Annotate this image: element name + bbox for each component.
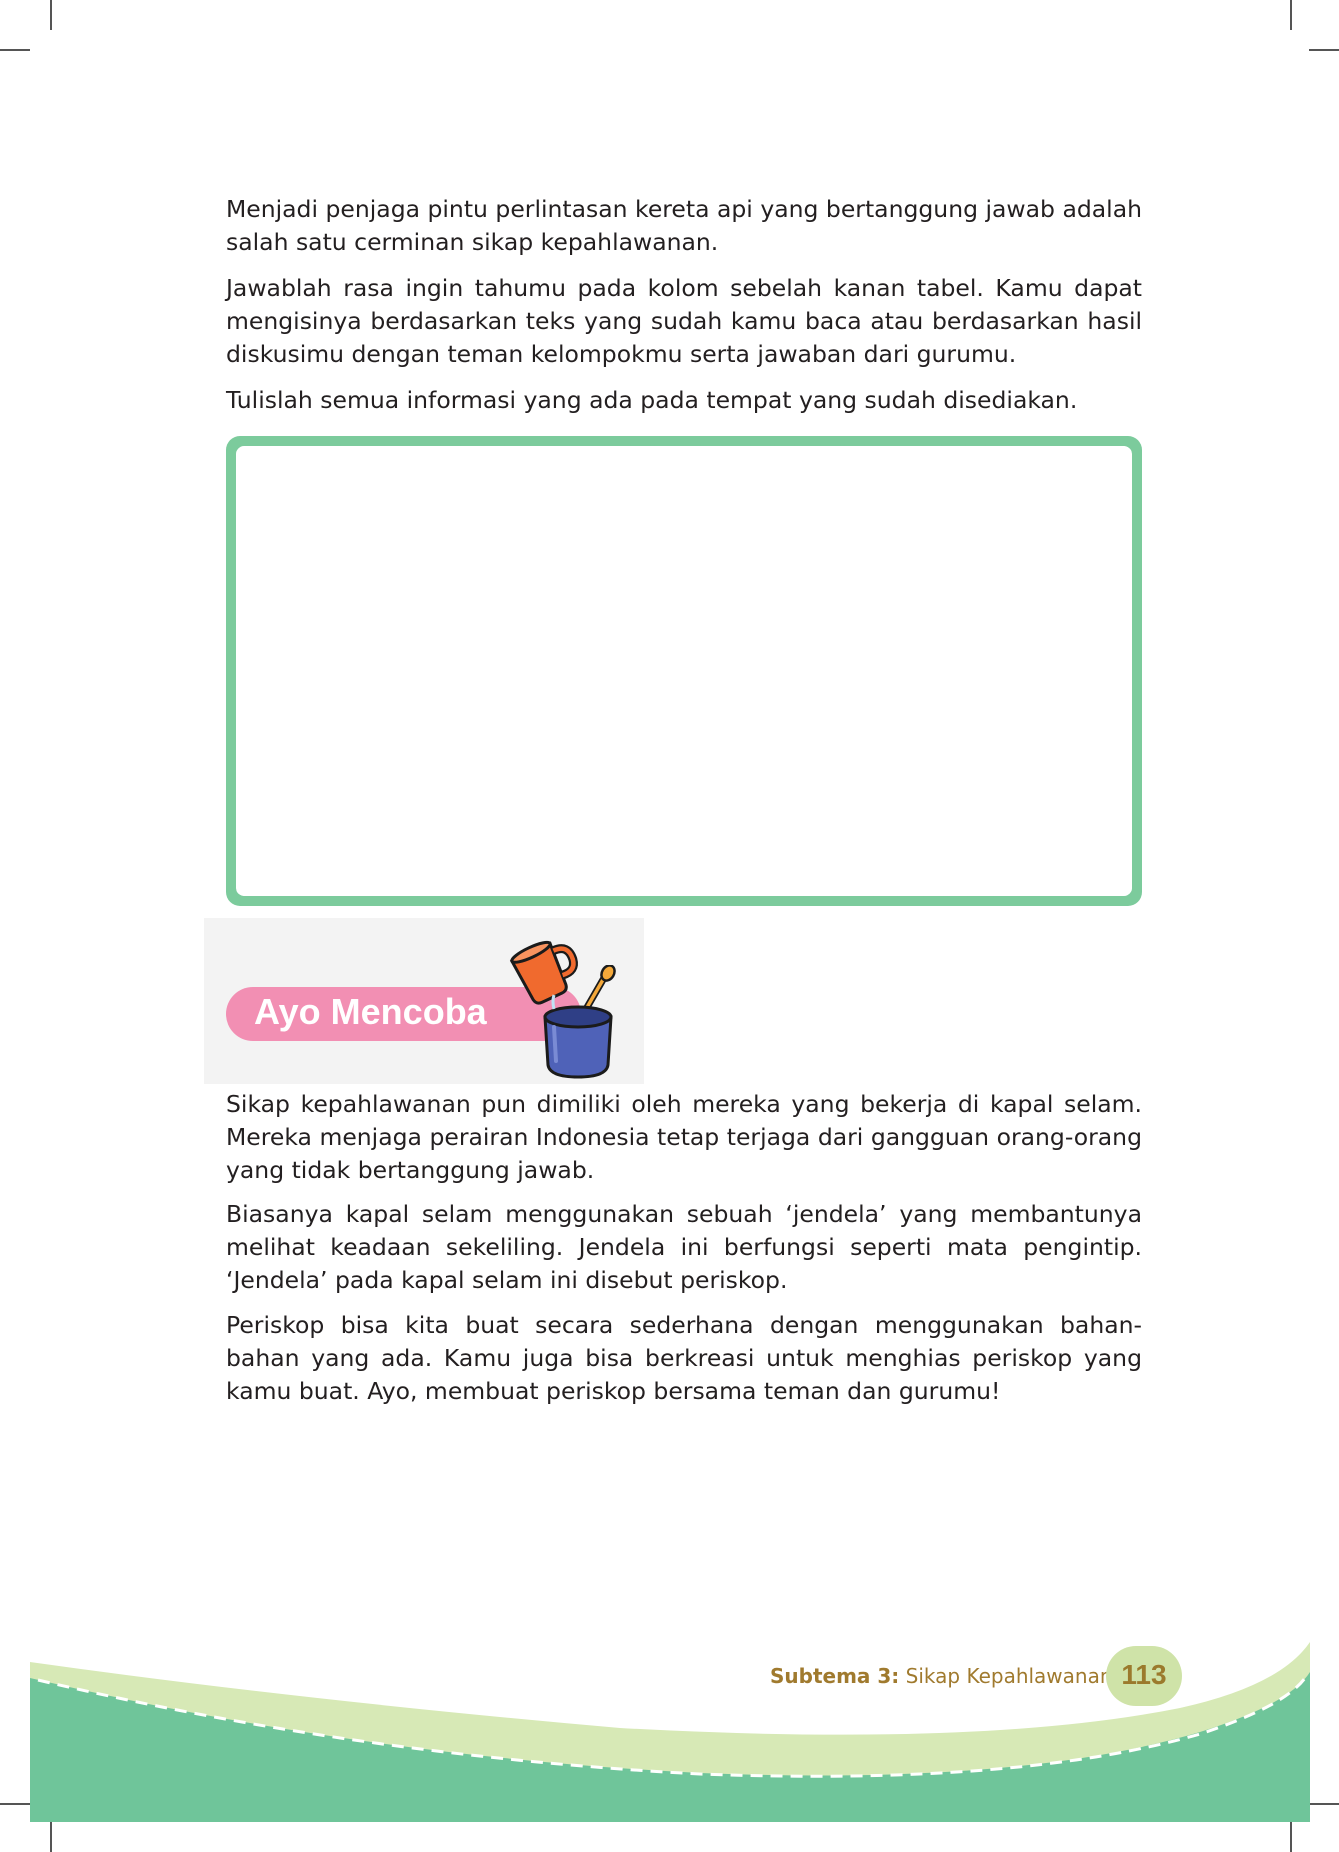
page-number: 113 xyxy=(1121,1659,1167,1690)
paragraph-instruction: Jawablah rasa ingin tahumu pada kolom se… xyxy=(226,274,1142,368)
section-heading: Ayo Mencoba xyxy=(254,991,487,1032)
pot-with-spoon-icon xyxy=(543,965,616,1079)
paragraph-submarine: Sikap kepahlawanan pun dimiliki oleh mer… xyxy=(226,1090,1142,1184)
crop-mark xyxy=(1309,49,1339,51)
crop-mark xyxy=(50,0,52,30)
footer-subtheme-title: Sikap Kepahlawanan xyxy=(899,1664,1113,1688)
answer-writing-area[interactable] xyxy=(240,450,1128,892)
paragraph-make-periscope: Periskop bisa kita buat secara sederhana… xyxy=(226,1311,1142,1405)
answer-box[interactable] xyxy=(226,436,1142,906)
crop-mark xyxy=(0,49,30,51)
footer-subtheme-label: Subtema 3: xyxy=(770,1664,900,1688)
paragraph-intro: Menjadi penjaga pintu perlintasan kereta… xyxy=(226,195,1142,256)
footer-subtheme: Subtema 3: Sikap Kepahlawanan xyxy=(770,1664,1113,1688)
paragraph-periscope-window: Biasanya kapal selam menggunakan sebuah … xyxy=(226,1200,1142,1294)
crop-mark xyxy=(1290,0,1292,30)
paragraph-write-info: Tulislah semua informasi yang ada pada t… xyxy=(226,386,1078,414)
